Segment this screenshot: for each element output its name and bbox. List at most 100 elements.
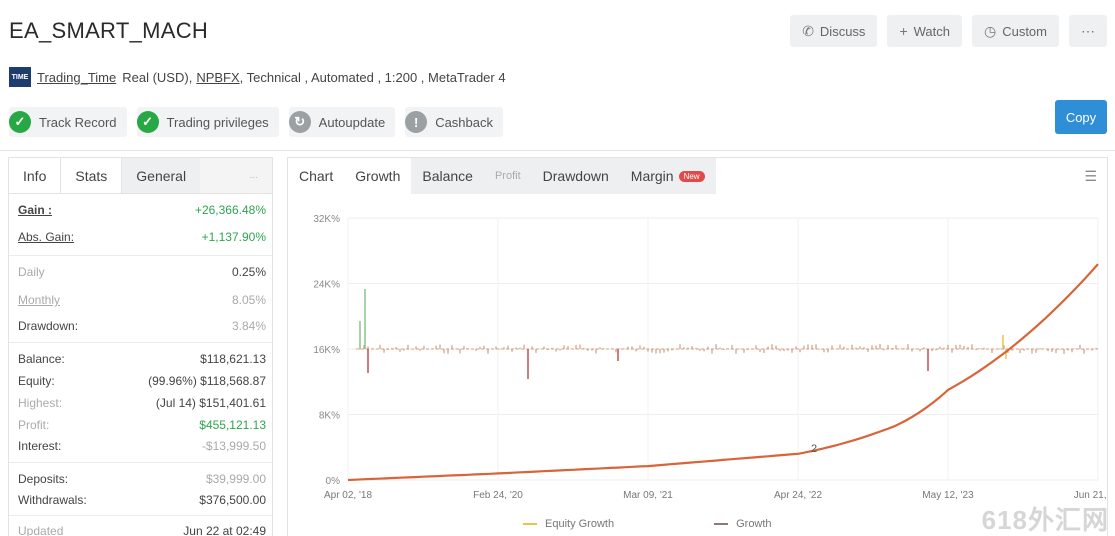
plus-icon: + <box>899 23 908 39</box>
y-tick-label: 8K% <box>319 411 340 422</box>
new-badge: New <box>678 170 705 182</box>
stat-value: $39,999.00 <box>205 472 266 486</box>
copy-button[interactable]: Copy <box>1055 100 1107 134</box>
y-tick-label: 16K% <box>313 345 340 356</box>
tab-profit[interactable]: Profit <box>483 158 532 194</box>
more-button[interactable]: ⋯ <box>1069 15 1107 47</box>
x-tick-label: Feb 24, '20 <box>473 490 523 501</box>
page-title: EA_SMART_MACH <box>9 18 209 43</box>
verification-badges: ✓ Track Record ✓ Trading privileges ↻ Au… <box>9 107 503 137</box>
stat-label[interactable]: Monthly <box>18 293 60 307</box>
account-details: , Technical , Automated , 1:200 , MetaTr… <box>239 69 506 85</box>
stat-label: Deposits: <box>18 472 69 486</box>
chat-icon: ✆ <box>802 22 814 39</box>
stat-value: (Jul 14) $151,401.61 <box>155 396 266 410</box>
divider <box>9 462 272 463</box>
chart-menu-icon[interactable]: ☰ <box>1084 168 1097 185</box>
custom-button[interactable]: ◷ Custom <box>971 15 1059 47</box>
chart-panel: Chart Growth Balance Profit Drawdown Mar… <box>287 157 1108 536</box>
legend-label: Equity Growth <box>545 518 615 530</box>
discuss-button[interactable]: ✆ Discuss <box>790 15 878 47</box>
badge-cashback[interactable]: ! Cashback <box>405 107 503 137</box>
header-actions: ✆ Discuss + Watch ◷ Custom ⋯ <box>790 15 1107 47</box>
discuss-label: Discuss <box>819 23 866 39</box>
stat-equity: Equity: (99.96%) $118,568.87 <box>18 374 266 388</box>
stat-monthly: Monthly 8.05% <box>18 293 266 307</box>
stats-tabs: Info Stats General ... <box>9 158 272 194</box>
stat-value: 8.05% <box>231 293 266 307</box>
stats-panel: Info Stats General ... Gain : +26,366.48… <box>8 157 273 536</box>
stat-label[interactable]: Abs. Gain: <box>18 230 74 244</box>
tab-balance[interactable]: Balance <box>411 158 484 194</box>
stat-label: Interest: <box>18 439 62 453</box>
check-icon: ✓ <box>136 111 159 133</box>
badge-track-record[interactable]: ✓ Track Record <box>9 107 127 137</box>
tab-info[interactable]: Info <box>9 158 60 193</box>
server-link[interactable]: NPBFX <box>196 70 239 85</box>
legend-swatch <box>714 523 729 525</box>
more-icon: ⋯ <box>1081 22 1095 39</box>
stat-highest: Highest: (Jul 14) $151,401.61 <box>18 396 266 410</box>
stat-value: 0.25% <box>231 265 266 279</box>
stat-label: Withdrawals: <box>18 493 87 507</box>
clock-icon: ◷ <box>983 22 997 39</box>
badge-label: Cashback <box>435 114 493 130</box>
broker-logo: TIME <box>9 67 31 87</box>
tab-chart[interactable]: Chart <box>288 158 344 194</box>
stat-updated: Updated Jun 22 at 02:49 <box>18 524 266 536</box>
stat-value: +1,137.90% <box>201 230 266 244</box>
tab-stats[interactable]: Stats <box>60 158 123 193</box>
stat-abs-gain: Abs. Gain: +1,137.90% <box>18 230 266 244</box>
badge-trading-privileges[interactable]: ✓ Trading privileges <box>136 107 279 137</box>
stat-label: Updated <box>18 524 64 536</box>
badge-label: Track Record <box>39 114 117 130</box>
broker-link[interactable]: Trading_Time <box>37 70 116 85</box>
divider <box>9 515 272 516</box>
stat-label: Drawdown: <box>18 319 79 333</box>
tab-more[interactable]: ... <box>200 158 272 193</box>
stat-label: Equity: <box>18 374 55 388</box>
series-growth-line <box>347 263 1099 482</box>
stat-label[interactable]: Gain : <box>18 203 52 217</box>
stat-value: +26,366.48% <box>194 203 266 217</box>
tab-drawdown[interactable]: Drawdown <box>531 158 620 194</box>
stat-withdrawals: Withdrawals: $376,500.00 <box>18 493 266 507</box>
stat-profit: Profit: $455,121.13 <box>18 418 266 432</box>
growth-chart: 32K% 24K% 16K% 8K% 0% Apr 02, '18 Feb 24, '20… <box>313 214 1107 501</box>
stat-gain: Gain : +26,366.48% <box>18 203 266 217</box>
watch-label: Watch <box>913 23 950 39</box>
legend-equity-growth[interactable]: Equity Growth <box>523 518 614 530</box>
tab-general[interactable]: General <box>122 158 201 193</box>
tab-margin[interactable]: Margin New <box>619 158 716 194</box>
check-icon: ✓ <box>9 111 31 133</box>
stat-deposits: Deposits: $39,999.00 <box>18 472 266 486</box>
badge-label: Autoupdate <box>318 114 386 130</box>
tab-growth[interactable]: Growth <box>344 158 411 194</box>
watch-button[interactable]: + Watch <box>887 15 962 47</box>
divider <box>9 342 272 343</box>
stat-value: (99.96%) $118,568.87 <box>148 374 266 388</box>
custom-label: Custom <box>1002 23 1047 39</box>
stat-interest: Interest: -$13,999.50 <box>18 439 266 453</box>
legend-label: Growth <box>736 518 772 530</box>
header-divider <box>0 150 1115 151</box>
chart-annotation: 2 <box>811 443 817 455</box>
badge-autoupdate[interactable]: ↻ Autoupdate <box>288 107 396 137</box>
stat-value: $455,121.13 <box>199 418 266 432</box>
account-type: Real (USD), <box>122 69 193 85</box>
stat-label: Balance: <box>18 352 65 366</box>
info-icon: ! <box>405 111 428 133</box>
legend-growth[interactable]: Growth <box>714 518 772 530</box>
x-tick-label: Apr 24, '22 <box>774 490 822 501</box>
watermark: 618外汇网 <box>981 505 1109 535</box>
stat-drawdown: Drawdown: 3.84% <box>18 319 266 333</box>
stat-value: Jun 22 at 02:49 <box>183 524 266 536</box>
stat-label: Highest: <box>18 396 63 410</box>
y-tick-label: 0% <box>326 476 341 487</box>
stat-daily: Daily 0.25% <box>18 265 266 279</box>
sync-icon: ↻ <box>288 111 311 133</box>
stat-value: -$13,999.50 <box>201 439 266 453</box>
y-tick-label: 32K% <box>313 214 340 225</box>
stat-label: Daily <box>18 265 45 279</box>
chart-tabs: Chart Growth Balance Profit Drawdown Mar… <box>288 158 716 194</box>
